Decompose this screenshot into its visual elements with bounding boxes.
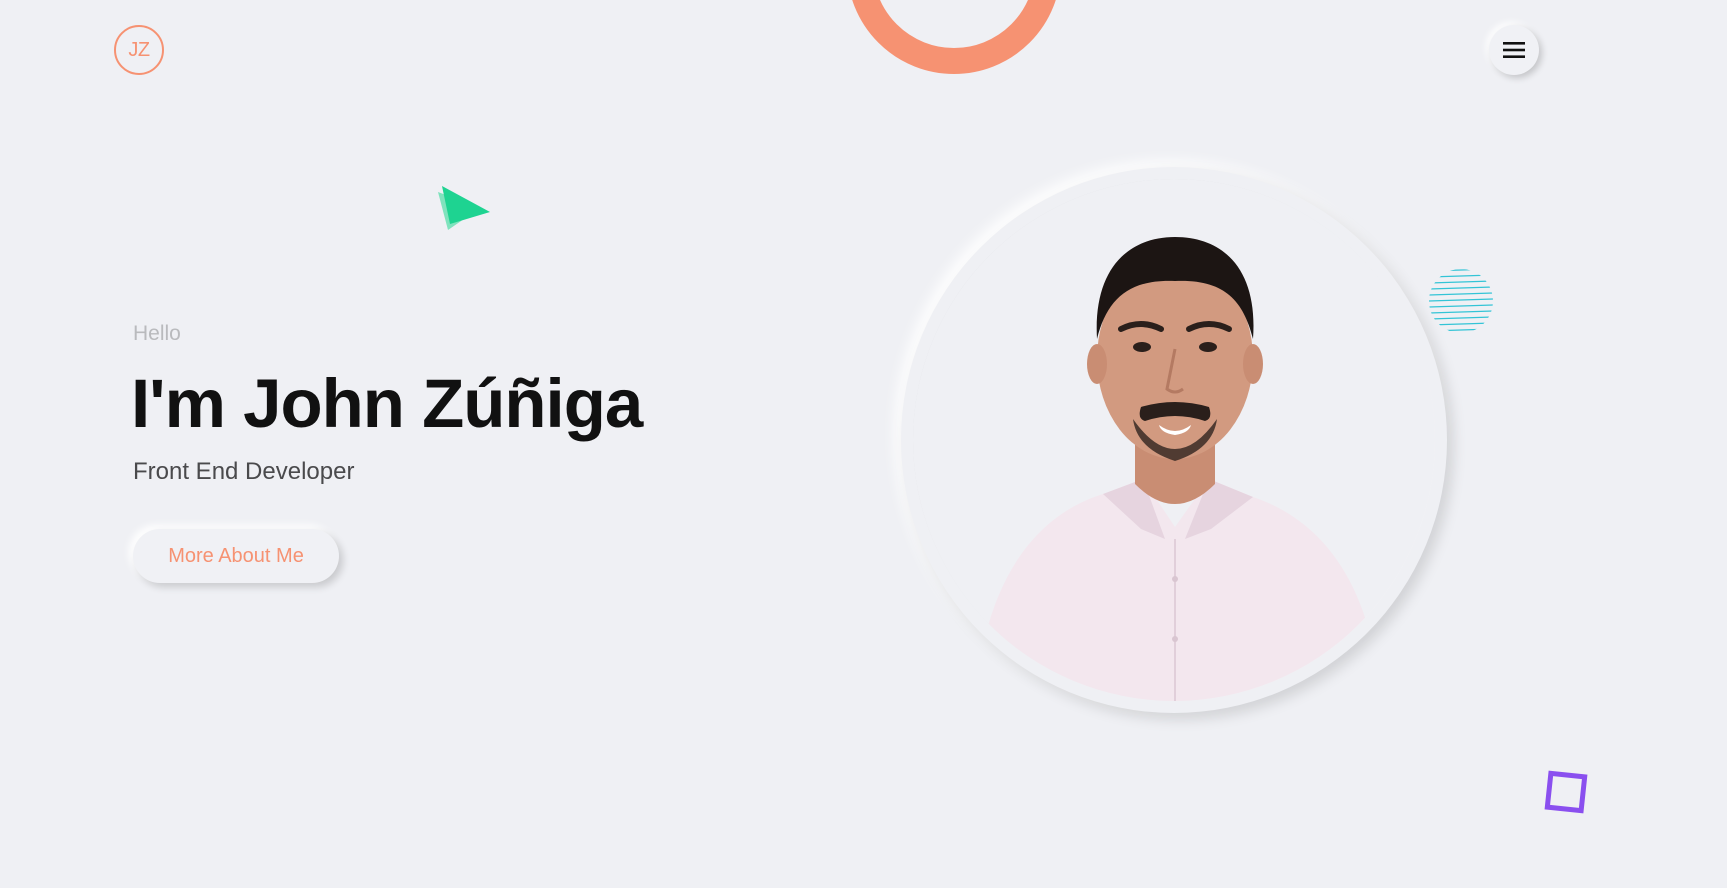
triangle-decoration-icon: [438, 186, 490, 230]
hero-title: I'm John Zúñiga: [131, 365, 643, 442]
menu-button[interactable]: [1489, 25, 1539, 75]
more-about-me-button[interactable]: More About Me: [133, 529, 339, 583]
profile-photo-icon: [913, 179, 1435, 701]
striped-circle-decoration-icon: [1429, 269, 1493, 332]
logo[interactable]: JZ: [114, 25, 164, 75]
job-title: Front End Developer: [133, 458, 355, 485]
logo-text: JZ: [128, 38, 150, 61]
ring-decoration-icon: [852, 0, 1056, 74]
page: JZ Hello I'm John Zúñiga Front End Devel…: [0, 0, 1727, 888]
hamburger-icon: [1503, 42, 1525, 58]
square-decoration-icon: [1544, 770, 1588, 814]
greeting-text: Hello: [133, 322, 181, 345]
profile-photo: [913, 179, 1435, 701]
profile-photo-frame: [901, 167, 1447, 713]
